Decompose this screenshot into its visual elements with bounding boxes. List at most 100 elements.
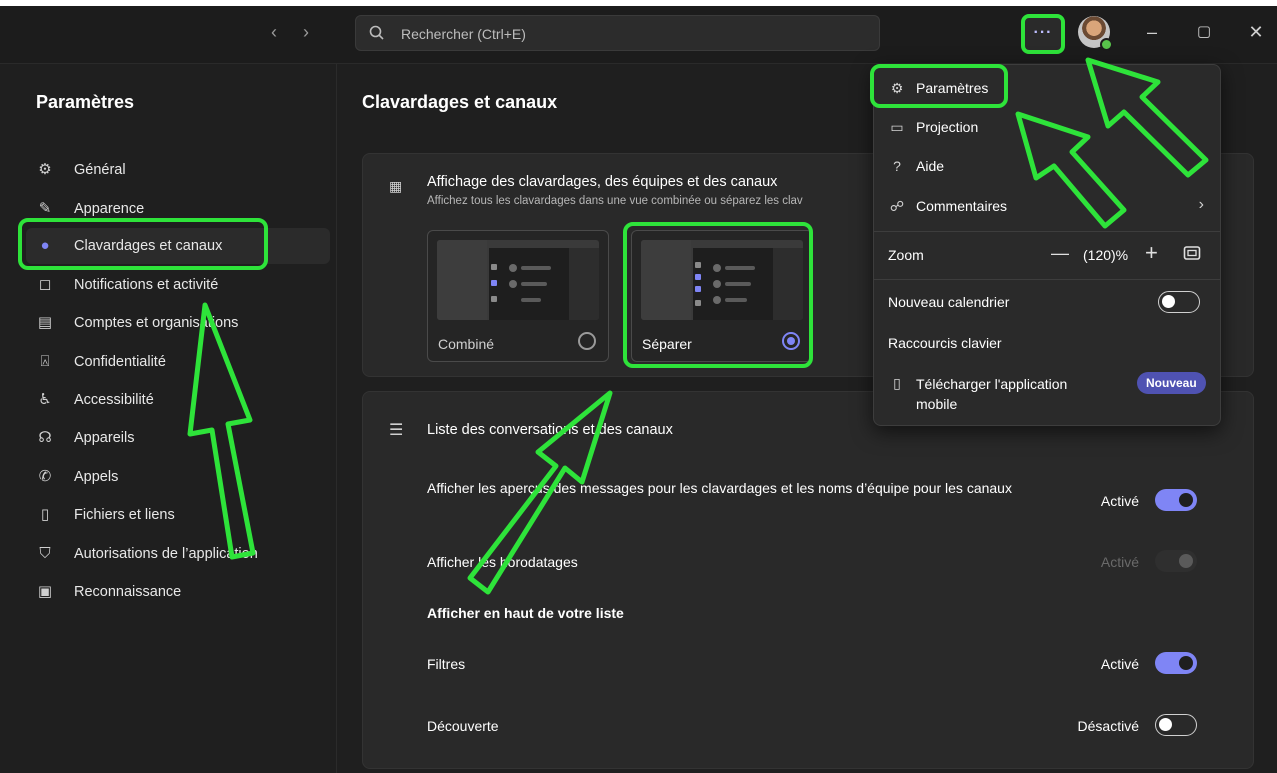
sidebar-item-label: Confidentialité	[74, 354, 166, 370]
headset-icon: ☊	[38, 429, 52, 446]
lock-icon: ⍓	[40, 353, 50, 370]
help-icon: ?	[893, 158, 901, 174]
back-icon[interactable]: ‹	[262, 20, 286, 44]
gear-icon: ⚙	[38, 161, 52, 178]
shield-icon: ⛉	[39, 545, 51, 562]
combined-radio[interactable]	[578, 332, 596, 350]
filters-toggle[interactable]	[1155, 652, 1197, 674]
highlight-box-settings	[870, 64, 1008, 108]
sidebar-item-label: Général	[74, 162, 126, 178]
menu-item-label: Projection	[916, 119, 979, 135]
menu-item-help[interactable]: ? Aide	[874, 147, 1220, 185]
sidebar-item-label: Notifications et activité	[74, 277, 219, 293]
sidebar-item-privacy[interactable]: ⍓ Confidentialité	[26, 344, 330, 380]
mobile-icon: ▯	[893, 375, 901, 391]
preview-toggle[interactable]	[1155, 489, 1197, 511]
discovery-toggle[interactable]	[1155, 714, 1197, 736]
list-icon: ☰	[389, 422, 404, 439]
more-icon: ···	[1033, 24, 1053, 41]
file-icon: ▯	[40, 506, 50, 523]
search-icon	[369, 25, 384, 40]
sidebar-item-accessibility[interactable]: ♿ Accessibilité	[26, 382, 330, 418]
sidebar-item-recognition[interactable]: ▣ Reconnaissance	[26, 574, 330, 610]
sidebar-item-label: Reconnaissance	[74, 584, 182, 600]
filters-setting-state: Activé	[1100, 656, 1139, 672]
chevron-right-icon: ›	[1198, 196, 1204, 213]
id-card-icon: ▤	[37, 314, 53, 331]
zoom-label: Zoom	[888, 247, 924, 263]
list-heading: Liste des conversations et des canaux	[427, 422, 673, 438]
search-placeholder: Rechercher (Ctrl+E)	[401, 26, 526, 42]
layout-icon: ▦	[389, 178, 403, 194]
sidebar-item-notifications[interactable]: ◻ Notifications et activité	[26, 267, 330, 303]
zoom-out-button[interactable]: —	[1051, 243, 1069, 264]
zoom-value: (120)%	[1083, 247, 1129, 263]
sidebar-item-devices[interactable]: ☊ Appareils	[26, 420, 330, 456]
highlight-box-separate	[623, 222, 813, 368]
title-bar: ‹ › Rechercher (Ctrl+E) ··· – ▢ ✕	[0, 0, 1277, 64]
avatar[interactable]	[1078, 16, 1113, 51]
sidebar-item-label: Comptes et organisations	[74, 315, 239, 331]
highlight-box-sidebar	[18, 218, 268, 270]
new-calendar-toggle[interactable]	[1158, 291, 1200, 313]
more-options-menu: ⚙ Paramètres ▭ Projection ? Aide ☍ Commentai…	[873, 64, 1221, 426]
timestamp-toggle[interactable]	[1155, 550, 1197, 572]
option-combined[interactable]: Combiné	[427, 230, 609, 362]
restore-button[interactable]: ▢	[1189, 18, 1219, 46]
timestamp-setting-state: Activé	[1100, 554, 1139, 570]
sidebar-title: Paramètres	[36, 92, 135, 112]
menu-divider	[874, 231, 1220, 232]
menu-item-shortcuts[interactable]: Raccourcis clavier	[874, 324, 1220, 362]
top-strip	[0, 0, 1277, 6]
sidebar-item-label: Autorisations de l’application	[74, 546, 258, 562]
sidebar-item-label: Apparence	[74, 201, 145, 217]
sidebar-item-label: Appareils	[74, 430, 135, 446]
more-options-button[interactable]: ···	[1021, 14, 1065, 54]
badge-icon: ▣	[37, 583, 53, 600]
sidebar-item-app-permissions[interactable]: ⛉ Autorisations de l’application	[26, 536, 330, 572]
discovery-setting-label: Découverte	[427, 718, 499, 734]
menu-item-label: Commentaires	[916, 198, 1008, 214]
close-button[interactable]: ✕	[1241, 18, 1271, 46]
preview-setting-label: Afficher les aperçus des messages pour l…	[427, 480, 1012, 496]
search-input[interactable]: Rechercher (Ctrl+E)	[355, 15, 880, 51]
menu-item-label: Télécharger l'application mobile	[916, 376, 1068, 412]
menu-item-label: Raccourcis clavier	[888, 335, 1002, 351]
list-card: ☰ Liste des conversations et des canaux …	[362, 391, 1254, 769]
menu-divider	[874, 279, 1220, 280]
status-available-icon	[1100, 38, 1113, 51]
sidebar-item-files[interactable]: ▯ Fichiers et liens	[26, 497, 330, 533]
sidebar-item-calls[interactable]: ✆ Appels	[26, 459, 330, 495]
sidebar-item-label: Appels	[74, 469, 119, 485]
minimize-button[interactable]: –	[1137, 18, 1167, 46]
menu-item-projection[interactable]: ▭ Projection	[874, 108, 1220, 146]
menu-item-feedback[interactable]: ☍ Commentaires ›	[874, 187, 1220, 225]
option-combined-label: Combiné	[438, 336, 495, 352]
display-heading: Affichage des clavardages, des équipes e…	[427, 174, 778, 190]
phone-icon: ✆	[38, 468, 52, 485]
page-title: Clavardages et canaux	[362, 92, 558, 112]
timestamp-setting-label: Afficher les horodatages	[427, 554, 578, 570]
discovery-setting-state: Désactivé	[1077, 718, 1139, 734]
combined-preview	[437, 240, 599, 320]
settings-sidebar: Paramètres ⚙ Général ✎ Apparence ● Clavarda…	[0, 64, 337, 773]
bell-icon: ◻	[38, 276, 52, 293]
preview-setting-state: Activé	[1100, 493, 1139, 509]
magic-wand-icon: ✎	[38, 200, 52, 217]
sidebar-item-general[interactable]: ⚙ Général	[26, 152, 330, 188]
sidebar-item-accounts[interactable]: ▤ Comptes et organisations	[26, 305, 330, 341]
fit-screen-button[interactable]	[1183, 245, 1201, 266]
new-badge: Nouveau	[1137, 372, 1206, 394]
accessibility-icon: ♿	[38, 391, 52, 408]
zoom-in-button[interactable]: +	[1145, 240, 1158, 266]
forward-icon[interactable]: ›	[294, 20, 318, 44]
sidebar-item-label: Fichiers et liens	[74, 507, 175, 523]
section-heading: Afficher en haut de votre liste	[427, 605, 624, 621]
sidebar-item-label: Accessibilité	[74, 392, 154, 408]
cast-icon: ▭	[890, 119, 904, 135]
menu-item-label: Nouveau calendrier	[888, 294, 1010, 310]
display-subtext: Affichez tous les clavardages dans une v…	[427, 195, 803, 207]
filters-setting-label: Filtres	[427, 656, 466, 672]
menu-item-label: Aide	[916, 158, 945, 174]
feedback-icon: ☍	[889, 198, 905, 214]
